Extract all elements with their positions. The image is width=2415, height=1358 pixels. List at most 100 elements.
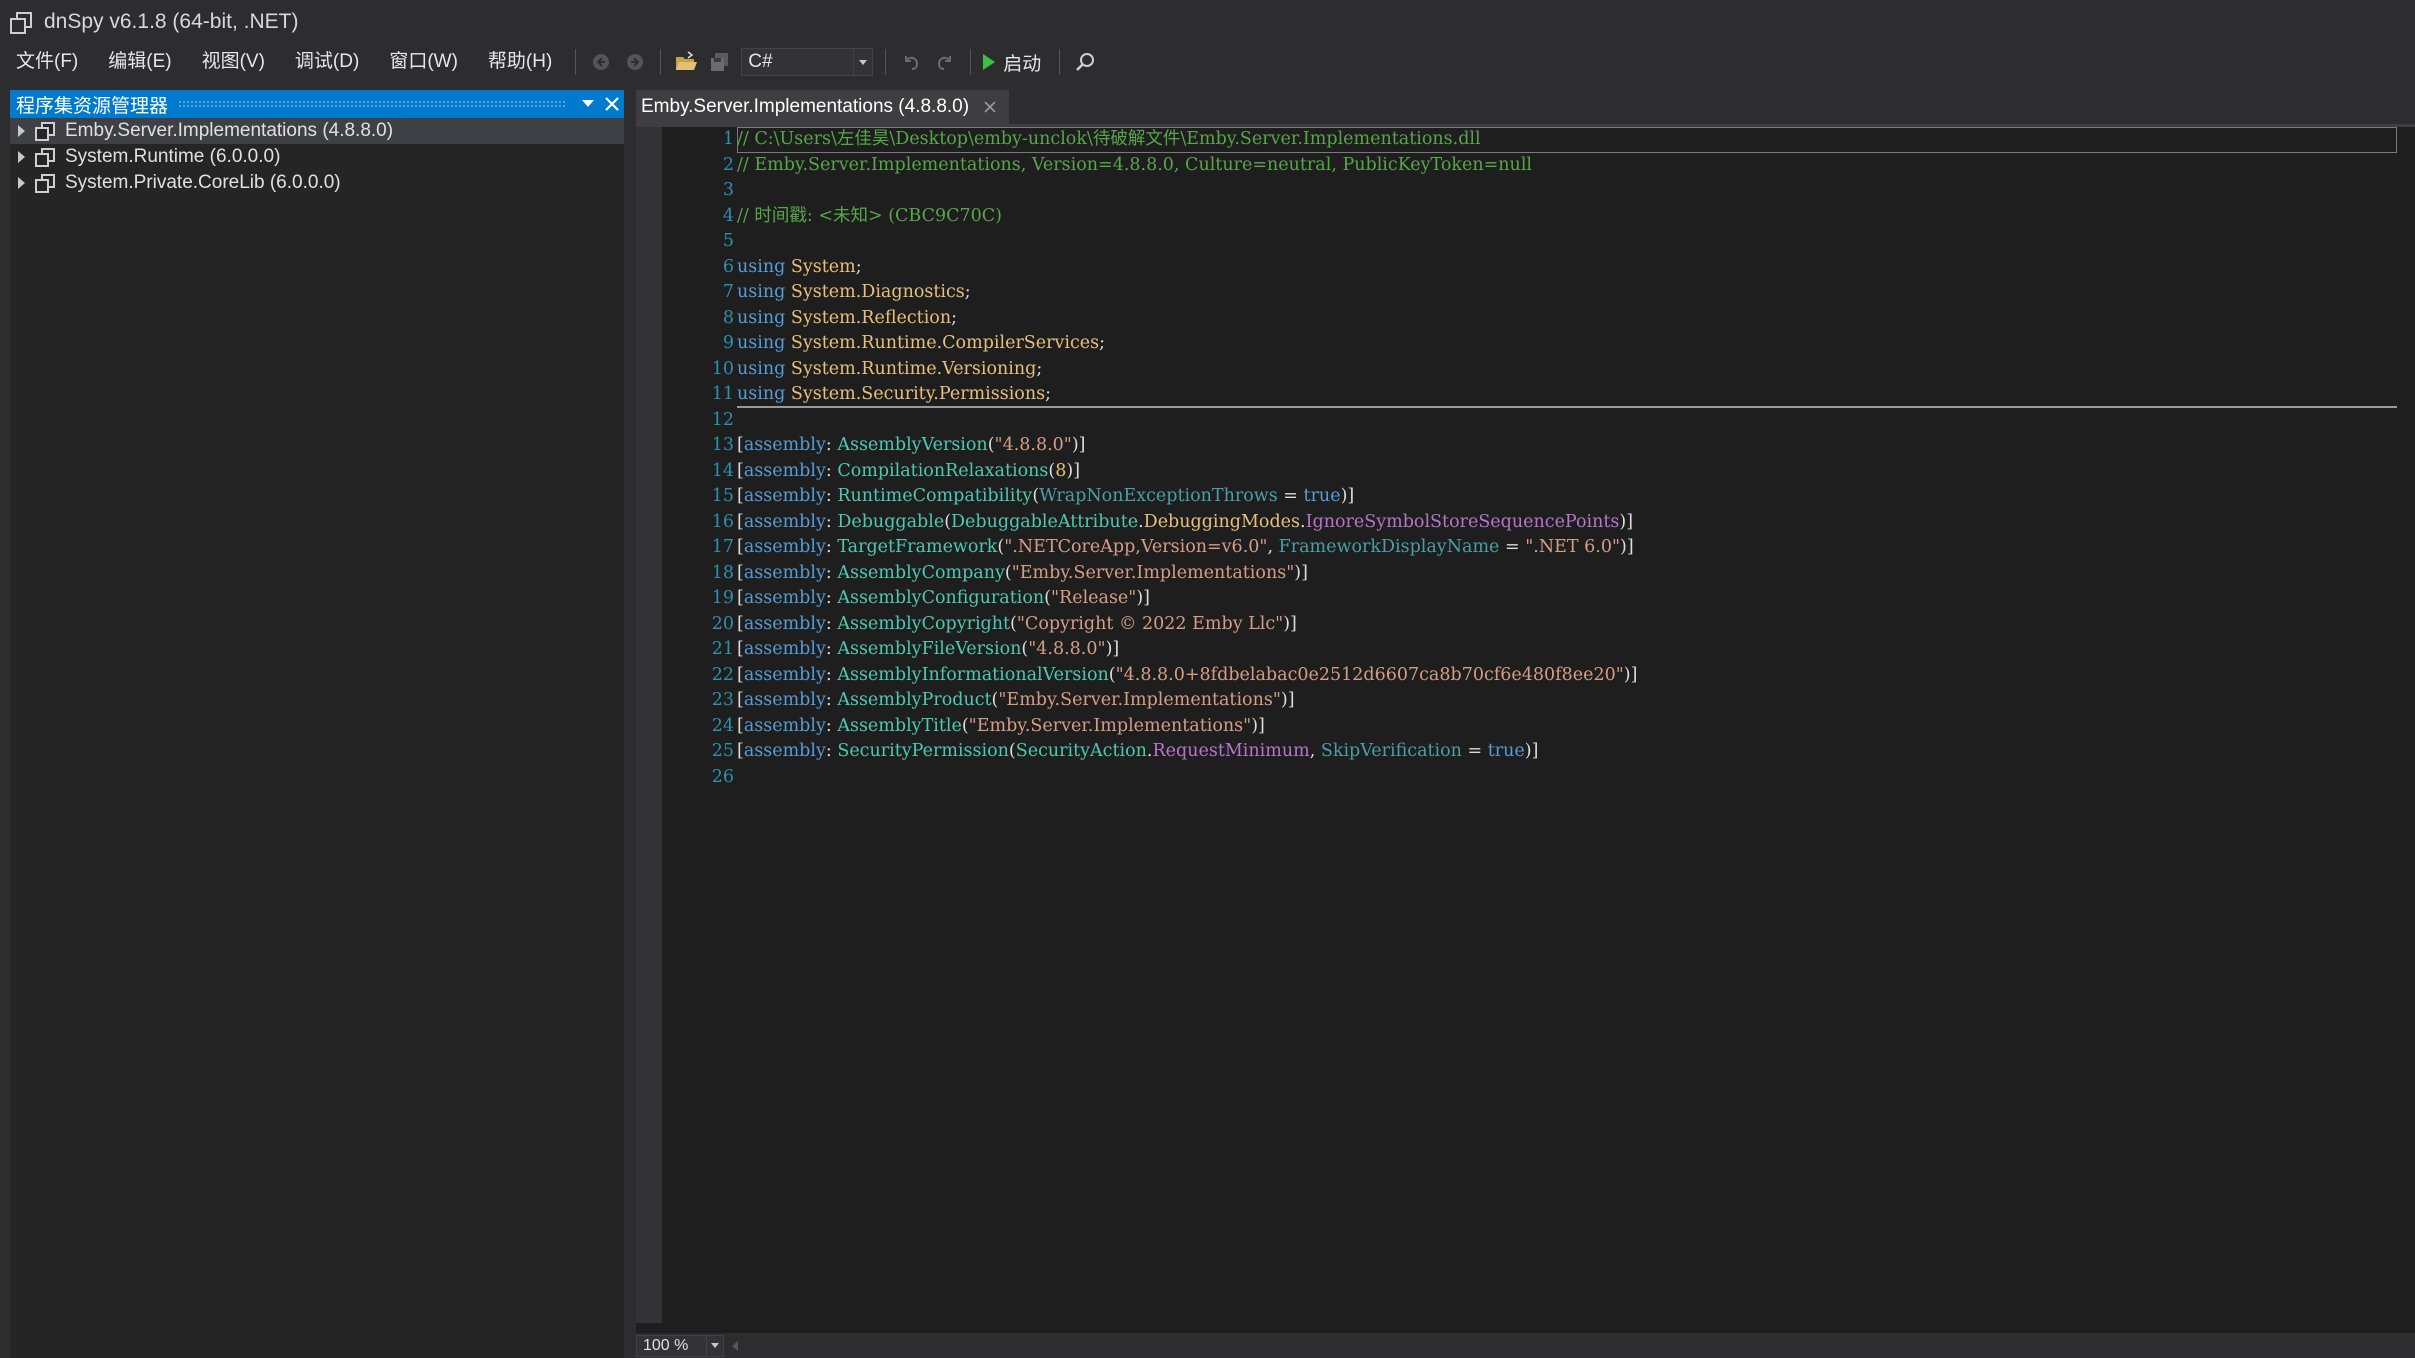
toolbar-separator [575,49,577,75]
line-number: 5 [722,231,734,251]
line-number: 11 [711,384,734,404]
code-line-9[interactable]: using System.Runtime.CompilerServices; [737,331,2415,357]
undo-icon [905,56,919,70]
chevron-down-icon [706,1335,723,1356]
code-line-18[interactable]: [assembly: AssemblyCompany("Emby.Server.… [737,561,2415,587]
toolbar-separator [970,49,972,75]
tab-close-button[interactable] [981,98,999,116]
line-number: 15 [711,486,734,506]
code-line-2[interactable]: // Emby.Server.Implementations, Version=… [737,153,2415,179]
code-line-4[interactable]: // 时间戳: <未知> (CBC9C70C) [737,204,2415,230]
assembly-explorer-panel: 程序集资源管理器 Emby.Server.Implementations (4.… [10,90,624,1358]
zoom-select[interactable]: 100 % [636,1334,724,1357]
menu-view[interactable]: 视图(V) [187,44,280,80]
line-number: 12 [711,409,734,430]
language-select[interactable]: C# [741,48,874,76]
tree-item-label: System.Private.CoreLib (6.0.0.0) [65,172,341,193]
tree-item-system-runtime[interactable]: System.Runtime (6.0.0.0) [10,144,624,170]
menu-edit[interactable]: 编辑(E) [93,44,186,80]
close-icon [984,101,996,113]
code-line-7[interactable]: using System.Diagnostics; [737,280,2415,306]
code-line-8[interactable]: using System.Reflection; [737,306,2415,332]
code-line-15[interactable]: [assembly: RuntimeCompatibility(WrapNonE… [737,484,2415,510]
code-line-24[interactable]: [assembly: AssemblyTitle("Emby.Server.Im… [737,714,2415,740]
code-line-25[interactable]: [assembly: SecurityPermission(SecurityAc… [737,739,2415,765]
toolbar-separator [660,49,662,75]
code-line-6[interactable]: using System; [737,255,2415,281]
save-all-button[interactable] [705,47,735,77]
line-number: 20 [711,613,734,634]
arrow-left-icon [593,54,610,70]
editor-status-bar: 100 % [636,1333,2415,1358]
search-button[interactable] [1070,47,1100,77]
menu-help[interactable]: 帮助(H) [473,44,567,80]
code-line-20[interactable]: [assembly: AssemblyCopyright("Copyright … [737,612,2415,638]
toolbar-separator [1059,49,1061,75]
code-line-3[interactable] [737,178,2415,204]
code-line-21[interactable]: [assembly: AssemblyFileVersion("4.8.8.0"… [737,637,2415,663]
panel-close-button[interactable] [600,90,624,118]
code-line-19[interactable]: [assembly: AssemblyConfiguration("Releas… [737,586,2415,612]
code-line-13[interactable]: [assembly: AssemblyVersion("4.8.8.0")] [737,433,2415,459]
code-editor[interactable]: 1 2 3 4 5 6 7 8 9 10 11 12 13 14 15 16 1… [636,127,2415,1323]
code-line-11[interactable]: using System.Security.Permissions; [737,382,2397,408]
redo-button[interactable] [930,47,960,77]
line-number: 1 [722,129,734,149]
navigate-forward-button[interactable] [620,47,650,77]
line-number: 19 [711,588,734,608]
line-number: 23 [711,690,734,710]
panel-splitter[interactable] [624,90,636,1358]
panel-menu-button[interactable] [576,90,600,118]
assembly-icon [35,148,55,167]
expand-arrow-icon[interactable] [18,125,25,137]
line-number: 13 [711,435,734,455]
assembly-icon [35,174,55,193]
code-line-1[interactable]: // C:\Users\左佳昊\Desktop\emby-unclok\待破解文… [737,127,2397,153]
line-number: 25 [711,741,734,761]
open-button[interactable] [671,47,701,77]
panel-title: 程序集资源管理器 [16,95,169,117]
chevron-down-icon [853,49,872,75]
line-number: 3 [722,180,734,200]
menu-debug[interactable]: 调试(D) [280,44,374,80]
start-debug-button[interactable]: 启动 [981,47,1049,77]
start-label: 启动 [1003,53,1042,75]
scroll-left-arrow-icon[interactable] [732,1340,738,1351]
code-line-14[interactable]: [assembly: CompilationRelaxations(8)] [737,459,2415,485]
code-line-17[interactable]: [assembly: TargetFramework(".NETCoreApp,… [737,535,2415,561]
tab-strip: Emby.Server.Implementations (4.8.8.0) [636,90,2415,126]
glyph-margin[interactable] [636,127,662,1323]
app-icon[interactable] [10,12,32,34]
panel-header: 程序集资源管理器 [10,90,624,118]
code-line-22[interactable]: [assembly: AssemblyInformationalVersion(… [737,663,2415,689]
line-number: 7 [722,282,734,302]
code-line-16[interactable]: [assembly: Debuggable(DebuggableAttribut… [737,510,2415,536]
undo-button[interactable] [896,47,926,77]
assembly-tree: Emby.Server.Implementations (4.8.8.0) Sy… [10,118,624,196]
expand-arrow-icon[interactable] [18,151,25,163]
code-text[interactable]: // C:\Users\左佳昊\Desktop\emby-unclok\待破解文… [737,127,2415,790]
line-number: 18 [711,562,734,583]
line-number: 14 [711,460,734,481]
code-line-10[interactable]: using System.Runtime.Versioning; [737,357,2415,383]
line-number: 16 [711,511,734,532]
close-icon [605,97,619,111]
line-number: 8 [722,307,734,328]
navigate-back-button[interactable] [586,47,616,77]
redo-icon [938,56,952,70]
line-number: 2 [722,154,734,175]
tab-emby-server-implementations[interactable]: Emby.Server.Implementations (4.8.8.0) [636,90,1010,124]
document-area: Emby.Server.Implementations (4.8.8.0) 1 … [636,90,2415,1358]
tree-item-emby-server-implementations[interactable]: Emby.Server.Implementations (4.8.8.0) [10,118,624,144]
code-line-23[interactable]: [assembly: AssemblyProduct("Emby.Server.… [737,688,2415,714]
menu-window[interactable]: 窗口(W) [374,44,473,80]
tree-item-system-private-corelib[interactable]: System.Private.CoreLib (6.0.0.0) [10,170,624,196]
expand-arrow-icon[interactable] [18,177,25,189]
search-icon [1076,53,1095,71]
panel-drag-handle[interactable] [178,100,566,108]
code-line-12[interactable] [737,408,2415,434]
line-number: 17 [711,537,734,557]
code-line-5[interactable] [737,229,2415,255]
menu-file[interactable]: 文件(F) [0,44,93,80]
code-line-26[interactable] [737,765,2415,791]
